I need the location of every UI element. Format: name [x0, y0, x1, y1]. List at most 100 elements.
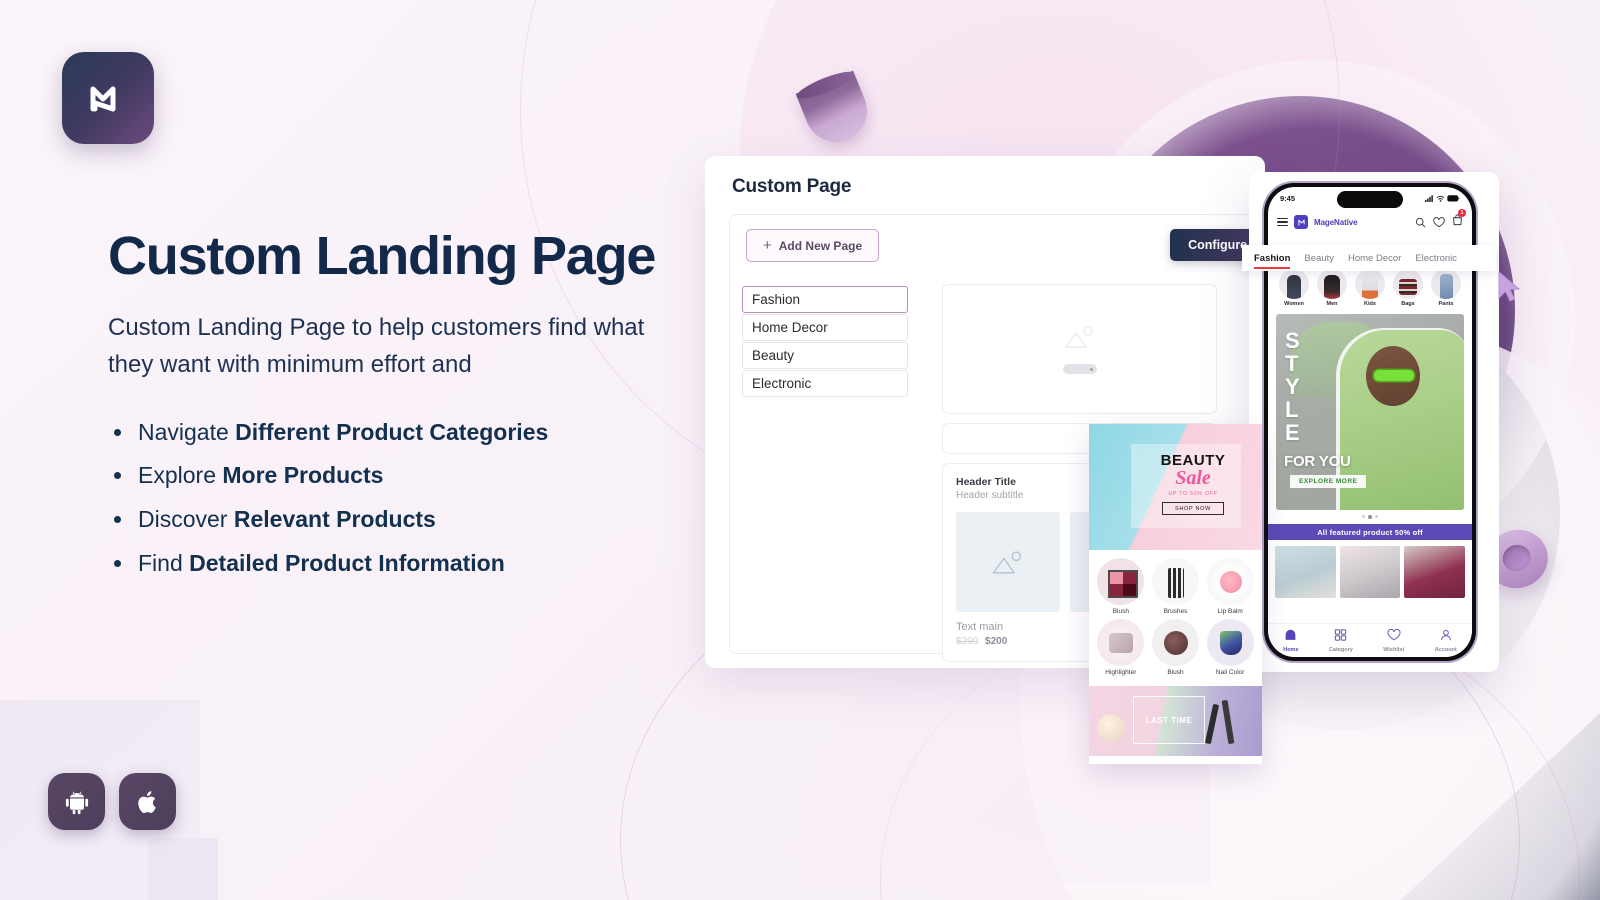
category-item-bags[interactable]: Bags — [1390, 269, 1426, 307]
android-icon — [65, 791, 88, 814]
category-label: Kids — [1364, 301, 1376, 307]
list-item: Find Detailed Product Information — [108, 549, 708, 579]
bottom-nav-wishlist[interactable]: Wishlist — [1383, 628, 1404, 653]
list-item[interactable]: Blush — [1150, 619, 1202, 676]
tab-electronic[interactable]: Electronic — [1415, 253, 1457, 264]
hero-text-column: Custom Landing Page Custom Landing Page … — [108, 228, 708, 593]
category-item-women[interactable]: Women — [1276, 269, 1312, 307]
preview-price-old: $290 — [956, 636, 979, 647]
beauty-product-grid: Blush Brushes Lip Balm Highlighter Blush… — [1089, 550, 1262, 686]
bottom-nav-label: Category — [1328, 647, 1353, 653]
image-placeholder-icon — [992, 550, 1022, 574]
shop-now-button[interactable]: SHOP NOW — [1162, 502, 1224, 515]
banner-subtitle: UP TO 50% OFF — [1168, 491, 1218, 497]
hero-headline: FOR YOU — [1284, 453, 1351, 470]
bottom-nav-home[interactable]: Home — [1283, 628, 1299, 653]
featured-product-card[interactable] — [1275, 546, 1336, 598]
page-list: Fashion Home Decor Beauty Electronic — [742, 286, 908, 398]
hamburger-menu-icon[interactable] — [1277, 217, 1288, 227]
page-list-item-fashion[interactable]: Fashion — [742, 286, 908, 313]
home-icon — [1285, 629, 1296, 640]
page-list-item-home-decor[interactable]: Home Decor — [742, 314, 908, 341]
featured-products-row — [1268, 540, 1472, 598]
product-thumb-brushes — [1151, 558, 1199, 605]
cart-badge: 1 — [1458, 209, 1466, 217]
featured-product-card[interactable] — [1404, 546, 1466, 598]
bullet-bold-text: More Products — [222, 462, 384, 489]
product-label: Brushes — [1163, 608, 1188, 615]
list-item[interactable]: Highlighter — [1095, 619, 1147, 676]
category-thumb — [1431, 269, 1461, 299]
phone-bottom-nav: Home Category Wishlist Account — [1268, 623, 1472, 657]
list-item[interactable]: Nail Color — [1204, 619, 1256, 676]
bullet-normal-text: Discover — [138, 506, 234, 533]
page-list-item-electronic[interactable]: Electronic — [742, 370, 908, 397]
dashboard-title: Custom Page — [732, 176, 852, 197]
explore-more-button[interactable]: EXPLORE MORE — [1290, 475, 1367, 488]
grid-icon — [1335, 629, 1347, 641]
tab-home-decor[interactable]: Home Decor — [1348, 253, 1401, 264]
heart-icon[interactable] — [1433, 216, 1445, 228]
preview-product-tile[interactable] — [956, 512, 1060, 612]
apple-icon — [137, 790, 156, 813]
add-new-page-button[interactable]: + Add New Page — [746, 229, 880, 262]
page-list-item-beauty[interactable]: Beauty — [742, 342, 908, 369]
category-thumb — [1279, 269, 1309, 299]
list-item[interactable]: Lip Balm — [1204, 558, 1256, 615]
search-icon[interactable] — [1415, 217, 1426, 228]
bottom-nav-account[interactable]: Account — [1435, 628, 1457, 653]
product-label: Lip Balm — [1217, 608, 1243, 615]
collage-footer-text: LAST TIME — [1133, 696, 1205, 744]
status-indicators — [1425, 194, 1460, 202]
category-item-kids[interactable]: Kids — [1352, 269, 1388, 307]
dynamic-island — [1337, 191, 1403, 208]
category-thumb — [1317, 269, 1347, 299]
category-label: Men — [1326, 301, 1338, 307]
list-item[interactable]: Brushes — [1150, 558, 1202, 615]
product-thumb-highlighter — [1097, 619, 1145, 666]
phone-hero-banner[interactable]: STYLE FOR YOU EXPLORE MORE — [1276, 314, 1464, 510]
list-item[interactable]: Blush — [1095, 558, 1147, 615]
category-thumb — [1393, 269, 1423, 299]
carousel-dot[interactable] — [1362, 515, 1365, 518]
carousel-dot-active[interactable] — [1368, 515, 1372, 519]
feature-list: Navigate Different Product Categories Ex… — [108, 418, 708, 580]
beauty-collage-panel: BEAUTY Sale UP TO 50% OFF SHOP NOW Blush… — [1089, 424, 1262, 764]
banner-text-group: BEAUTY Sale UP TO 50% OFF SHOP NOW — [1141, 452, 1245, 515]
bullet-bold-text: Different Product Categories — [235, 418, 549, 445]
brand-logo-icon — [1294, 215, 1308, 229]
status-time: 9:45 — [1280, 193, 1296, 203]
android-store-badge[interactable] — [48, 773, 105, 830]
carousel-dots — [1268, 515, 1472, 519]
preview-toggle[interactable] — [1062, 364, 1097, 374]
preview-hero-block[interactable] — [942, 284, 1217, 414]
tab-beauty[interactable]: Beauty — [1304, 253, 1334, 264]
tab-fashion[interactable]: Fashion — [1254, 253, 1291, 269]
list-item: Explore More Products — [108, 461, 708, 491]
hero-subhead: Custom Landing Page to help customers fi… — [108, 314, 645, 378]
category-tab-bar: Fashion Beauty Home Decor Electronic — [1242, 245, 1496, 271]
category-item-men[interactable]: Men — [1314, 269, 1350, 307]
carousel-dot[interactable] — [1375, 515, 1378, 518]
list-item: Navigate Different Product Categories — [108, 418, 708, 448]
bottom-nav-label: Wishlist — [1383, 647, 1405, 653]
bottom-nav-category[interactable]: Category — [1329, 628, 1353, 653]
product-label: Highlighter — [1105, 669, 1137, 676]
bullet-normal-text: Explore — [138, 462, 223, 489]
product-thumb-nail-color — [1206, 619, 1254, 666]
phone-mockup-panel: 9:45 MageNative 1 Women Men Kids Bags Pa… — [1242, 172, 1521, 672]
user-icon — [1440, 629, 1451, 641]
beauty-sale-banner: BEAUTY Sale UP TO 50% OFF SHOP NOW — [1089, 424, 1262, 550]
mouse-cursor-icon — [1498, 271, 1521, 302]
category-item-pants[interactable]: Pants — [1428, 269, 1464, 307]
apple-store-badge[interactable] — [119, 773, 176, 830]
promo-strip: All featured product 50% off — [1268, 524, 1472, 540]
page-title: Custom Landing Page — [108, 226, 656, 286]
product-thumb-blush-2 — [1151, 619, 1199, 666]
hero-vertical-text: STYLE — [1285, 328, 1301, 445]
featured-product-card[interactable] — [1339, 546, 1401, 598]
add-new-page-label: Add New Page — [778, 238, 863, 253]
bullet-bold-text: Relevant Products — [233, 506, 436, 533]
category-label: Pants — [1438, 301, 1454, 307]
product-thumb-lip-balm — [1206, 558, 1254, 605]
